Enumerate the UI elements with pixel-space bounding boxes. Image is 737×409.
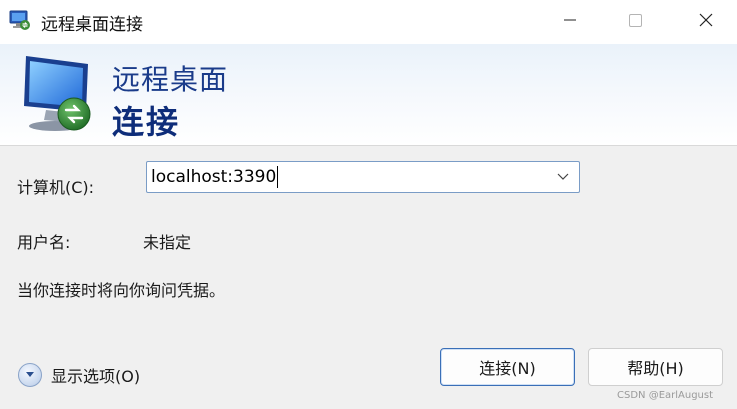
options-chevron-button[interactable] (18, 363, 42, 387)
username-value: 未指定 (143, 233, 192, 252)
header-banner: 远程桌面 连接 (0, 44, 737, 145)
close-icon (699, 13, 713, 27)
title-bar[interactable]: 远程桌面连接 (0, 0, 737, 44)
close-button[interactable] (683, 0, 729, 40)
maximize-icon (628, 13, 642, 27)
watermark: CSDN @EarlAugust (617, 390, 714, 401)
credentials-note: 当你连接时将向你询问凭据。 (17, 281, 226, 300)
remote-desktop-monitor-icon (24, 56, 91, 131)
connect-button[interactable]: 连接(N) (440, 348, 575, 386)
show-options-toggle[interactable]: 显示选项(O) (18, 362, 140, 388)
username-label: 用户名: (17, 233, 71, 252)
computer-label: 计算机(C): (17, 178, 95, 197)
show-options-label[interactable]: 显示选项(O) (51, 363, 140, 387)
minimize-button[interactable] (547, 0, 593, 40)
remote-desktop-icon (9, 10, 30, 30)
help-button[interactable]: 帮助(H) (588, 348, 723, 386)
computer-combobox[interactable]: localhost:3390 (146, 161, 580, 193)
maximize-button[interactable] (612, 0, 658, 40)
window-title: 远程桌面连接 (41, 15, 143, 35)
chevron-down-icon (26, 372, 34, 377)
banner-title-line2: 连接 (112, 103, 181, 141)
text-caret (277, 166, 278, 188)
banner-divider (0, 145, 737, 146)
computer-input[interactable]: localhost:3390 (151, 167, 276, 187)
chevron-down-icon[interactable] (557, 170, 569, 182)
banner-title-line1: 远程桌面 (112, 63, 229, 96)
minimize-icon (564, 19, 576, 21)
